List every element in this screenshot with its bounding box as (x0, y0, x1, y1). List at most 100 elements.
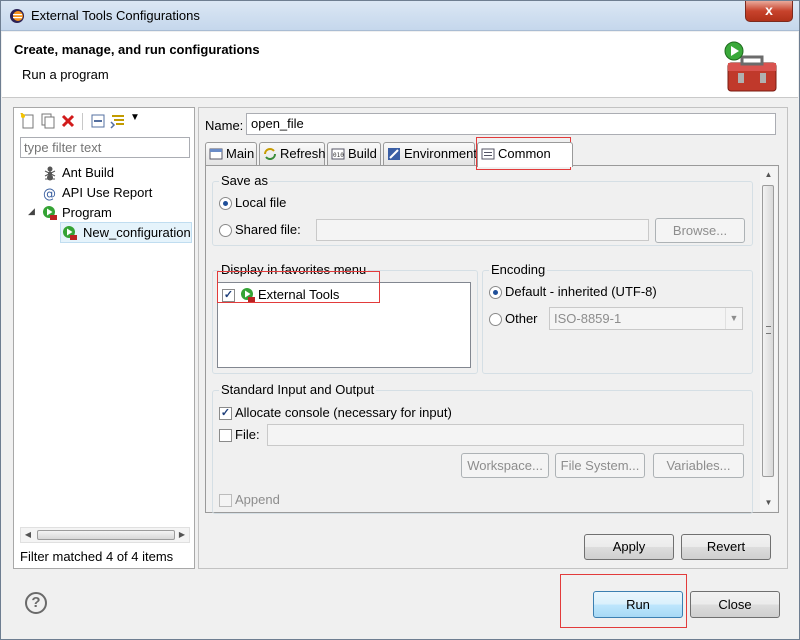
allocate-console-label: Allocate console (necessary for input) (235, 405, 452, 420)
header-subtitle: Run a program (22, 67, 109, 82)
apply-button[interactable]: Apply (584, 534, 674, 560)
default-encoding-label: Default - inherited (UTF-8) (505, 284, 657, 299)
run-button[interactable]: Run (593, 591, 683, 618)
window-close-button[interactable]: x (745, 1, 793, 22)
common-tab-content: Save as Local file Shared file: Browse..… (205, 165, 779, 514)
program-icon (43, 206, 57, 220)
shared-file-label: Shared file: (235, 222, 301, 237)
scroll-grip-icon (766, 326, 771, 334)
local-file-radio[interactable] (219, 197, 232, 210)
tab-label: Refresh (280, 146, 326, 161)
file-system-button[interactable]: File System... (555, 453, 645, 478)
tree-horizontal-scrollbar[interactable]: ◀ ▶ (20, 527, 190, 543)
tab-common[interactable]: Common (477, 142, 573, 167)
tree-item-api-use-report[interactable]: @ API Use Report (42, 183, 192, 202)
program-config-icon (63, 226, 77, 240)
expand-arrow-icon[interactable]: ◢ (28, 206, 35, 217)
group-title: Display in favorites menu (219, 262, 369, 277)
file-output-label: File: (235, 427, 260, 442)
help-icon[interactable]: ? (25, 592, 47, 614)
svg-text:@: @ (43, 187, 56, 201)
tree-toolbar: ▼ (18, 111, 190, 133)
variables-button[interactable]: Variables... (653, 453, 744, 478)
tab-main[interactable]: Main (205, 142, 257, 166)
shared-file-radio[interactable] (219, 224, 232, 237)
filter-input[interactable] (20, 137, 190, 158)
refresh-icon (264, 148, 276, 160)
scroll-down-icon[interactable]: ▼ (760, 495, 777, 511)
filter-icon[interactable] (110, 113, 126, 129)
main-tab-icon (209, 148, 223, 160)
tab-label: Environment (404, 146, 477, 161)
chevron-down-icon[interactable]: ▼ (725, 308, 742, 329)
file-output-checkbox[interactable] (219, 429, 232, 442)
tree-item-ant-build[interactable]: Ant Build (42, 163, 192, 182)
header-title: Create, manage, and run configurations (14, 42, 260, 57)
tree-item-program[interactable]: Program (42, 203, 192, 222)
window-title: External Tools Configurations (31, 8, 200, 23)
configuration-editor-panel: Name: open_file Main Refresh 010 Build E… (198, 107, 788, 569)
build-icon: 010 (331, 148, 345, 160)
configuration-tabs: Main Refresh 010 Build Environment Commo… (205, 142, 779, 167)
toolbox-run-icon (724, 41, 777, 92)
external-tools-checkbox[interactable]: ✓ (222, 289, 235, 302)
tab-label: Common (498, 146, 551, 161)
tab-label: Main (226, 146, 255, 161)
common-tab-icon (481, 148, 495, 160)
scroll-thumb[interactable] (762, 185, 774, 477)
toolbar-separator (82, 113, 83, 130)
tab-environment[interactable]: Environment (383, 142, 477, 166)
group-title: Standard Input and Output (219, 382, 377, 397)
svg-text:010: 010 (333, 152, 344, 159)
new-configuration-icon[interactable] (20, 113, 36, 129)
duplicate-icon[interactable] (40, 113, 56, 129)
delete-icon[interactable] (60, 113, 76, 129)
eclipse-icon (10, 9, 24, 23)
dialog-header: Create, manage, and run configurations R… (2, 32, 798, 98)
ant-icon (44, 166, 56, 181)
append-label: Append (235, 492, 280, 507)
workspace-button[interactable]: Workspace... (461, 453, 549, 478)
favorites-list: ✓ External Tools (217, 282, 471, 368)
local-file-label: Local file (235, 195, 287, 210)
revert-button[interactable]: Revert (681, 534, 771, 560)
other-encoding-radio[interactable] (489, 313, 502, 326)
name-label: Name: (205, 118, 244, 133)
tree-item-new-configuration[interactable]: New_configuration (60, 222, 192, 243)
other-encoding-label: Other (505, 311, 538, 326)
encoding-group: Encoding Default - inherited (UTF-8) Oth… (482, 262, 753, 374)
environment-icon (388, 148, 400, 160)
append-checkbox[interactable] (219, 494, 232, 507)
close-button[interactable]: Close (690, 591, 780, 618)
encoding-value: ISO-8859-1 (554, 311, 622, 326)
tab-build[interactable]: 010 Build (327, 142, 381, 166)
content-vertical-scrollbar[interactable]: ▲ ▼ (760, 167, 777, 511)
tab-label: Build (348, 146, 377, 161)
scroll-thumb[interactable] (37, 530, 175, 540)
tree-item-label: Ant Build (62, 165, 115, 180)
scroll-right-icon[interactable]: ▶ (175, 528, 189, 542)
scroll-up-icon[interactable]: ▲ (760, 167, 777, 183)
browse-button[interactable]: Browse... (655, 218, 745, 243)
shared-file-input[interactable] (316, 219, 649, 241)
title-bar[interactable]: External Tools Configurations x (1, 1, 799, 31)
favorites-group: Display in favorites menu ✓ External Too… (212, 262, 478, 374)
tree-item-label: Program (62, 205, 112, 220)
configurations-tree-panel: ▼ Ant Build @ API Use Report ◢ Program N… (13, 107, 195, 569)
stdio-group: Standard Input and Output ✓ Allocate con… (212, 382, 753, 514)
default-encoding-radio[interactable] (489, 286, 502, 299)
tree-item-label: API Use Report (62, 185, 153, 200)
tab-refresh[interactable]: Refresh (259, 142, 326, 166)
external-tools-icon (241, 288, 255, 302)
name-field[interactable]: open_file (246, 113, 776, 135)
allocate-console-checkbox[interactable]: ✓ (219, 407, 232, 420)
other-encoding-select[interactable]: ISO-8859-1 ▼ (549, 307, 743, 330)
view-menu-icon[interactable]: ▼ (130, 112, 140, 123)
file-output-input[interactable] (267, 424, 744, 446)
tree-item-label: New_configuration (83, 225, 191, 240)
save-as-group: Save as Local file Shared file: Browse..… (212, 173, 753, 246)
filter-status-text: Filter matched 4 of 4 items (20, 549, 174, 564)
scroll-left-icon[interactable]: ◀ (21, 528, 35, 542)
collapse-all-icon[interactable] (90, 113, 106, 129)
group-title: Encoding (489, 262, 548, 277)
